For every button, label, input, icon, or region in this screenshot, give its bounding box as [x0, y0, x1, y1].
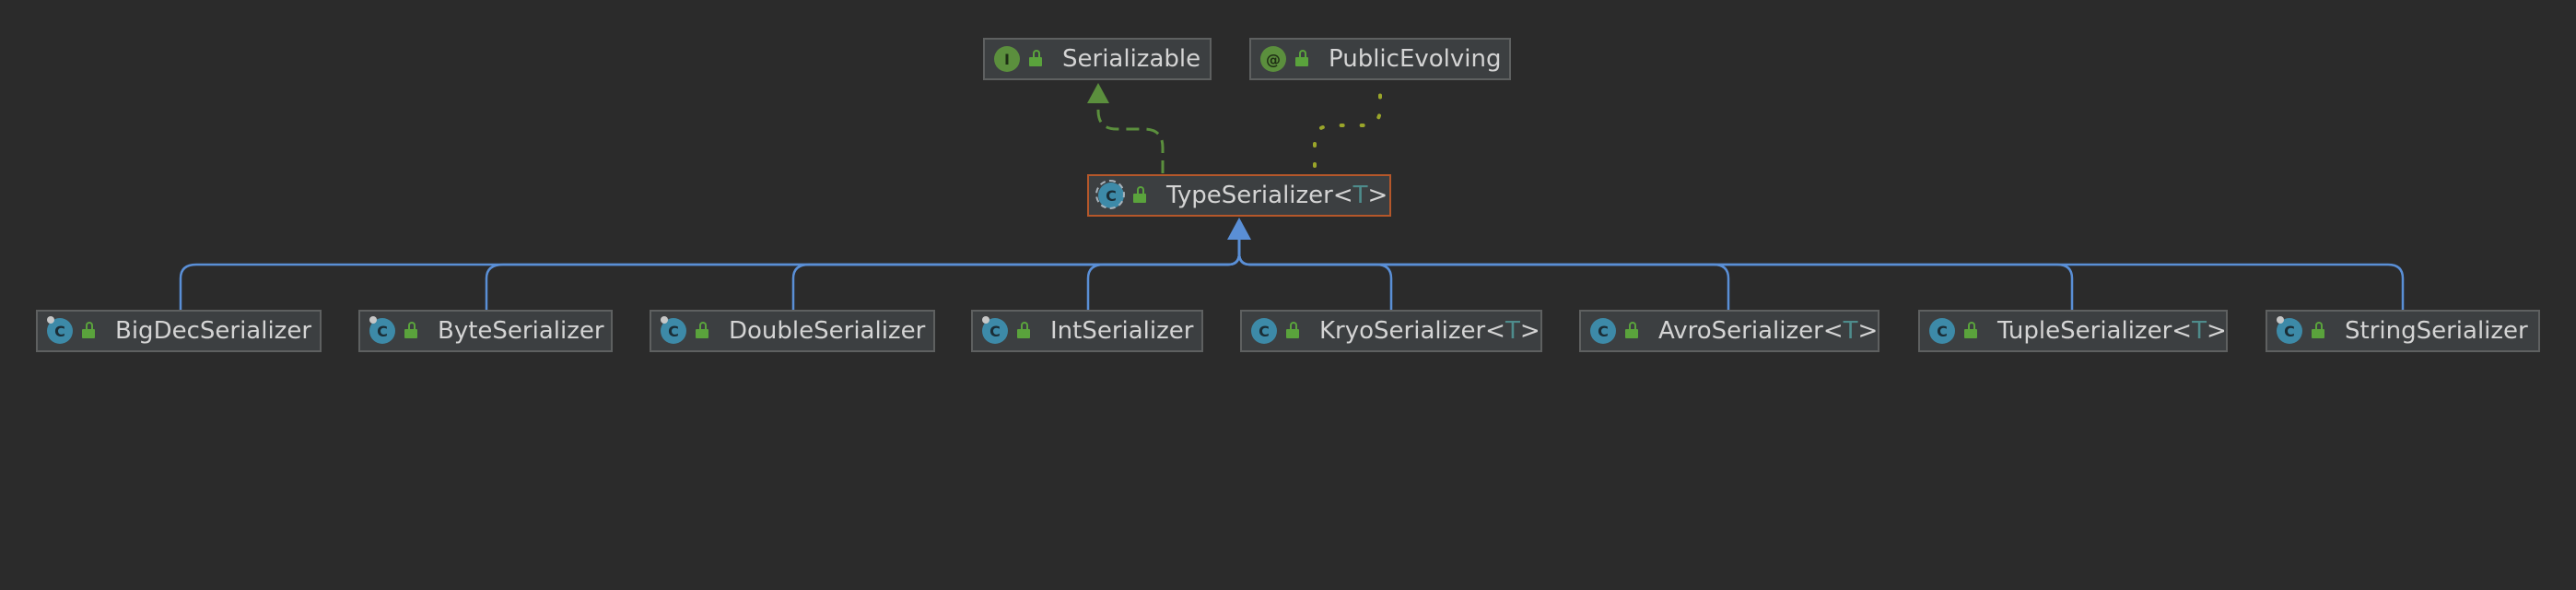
- node-byte-serializer[interactable]: C ByteSerializer: [358, 310, 613, 352]
- node-label: ByteSerializer: [438, 317, 604, 345]
- node-avro-serializer[interactable]: C AvroSerializer<T>: [1579, 310, 1879, 352]
- node-label: IntSerializer: [1050, 317, 1194, 345]
- node-label: StringSerializer: [2345, 317, 2528, 345]
- implements-arrowhead: [1087, 83, 1109, 103]
- node-tuple-serializer[interactable]: C TupleSerializer<T>: [1918, 310, 2228, 352]
- lock-icon: [1964, 322, 1979, 340]
- type-param: T: [1352, 182, 1368, 209]
- node-label: PublicEvolving: [1329, 45, 1502, 73]
- node-label: KryoSerializer<T>: [1319, 317, 1540, 345]
- lock-icon: [1286, 322, 1301, 340]
- lock-icon: [1625, 322, 1640, 340]
- implements-edge: [1096, 92, 1165, 173]
- node-public-evolving[interactable]: @ PublicEvolving: [1249, 38, 1511, 80]
- node-int-serializer[interactable]: C IntSerializer: [971, 310, 1203, 352]
- interface-icon: I: [994, 46, 1020, 72]
- edges-layer: [179, 83, 2405, 310]
- node-bigdec-serializer[interactable]: C BigDecSerializer: [36, 310, 322, 352]
- annotation-icon: @: [1260, 46, 1286, 72]
- class-icon: C: [982, 316, 1008, 344]
- node-label: BigDecSerializer: [115, 317, 312, 345]
- type-param: T: [2192, 317, 2207, 345]
- node-label: TupleSerializer<T>: [1997, 317, 2227, 345]
- extends-edges: [179, 236, 2405, 310]
- type-param: T: [1505, 317, 1520, 345]
- lock-icon: [404, 322, 419, 340]
- class-icon: C: [47, 316, 73, 344]
- lock-icon: [82, 322, 97, 340]
- class-icon: C: [2277, 316, 2302, 344]
- class-icon: C: [1251, 318, 1277, 344]
- extends-arrowhead: [1227, 218, 1251, 240]
- node-label: AvroSerializer<T>: [1658, 317, 1879, 345]
- node-serializable[interactable]: I Serializable: [983, 38, 1212, 80]
- node-label: DoubleSerializer: [729, 317, 926, 345]
- class-icon: C: [369, 316, 395, 344]
- node-double-serializer[interactable]: C DoubleSerializer: [650, 310, 935, 352]
- abstract-class-icon: C: [1095, 180, 1125, 209]
- lock-icon: [696, 322, 710, 340]
- lock-icon: [1133, 186, 1148, 205]
- class-icon: C: [1929, 318, 1955, 344]
- lock-icon: [1017, 322, 1032, 340]
- lock-icon: [2312, 322, 2326, 340]
- annotation-edge: [1313, 87, 1382, 168]
- lock-icon: [1029, 50, 1044, 68]
- node-string-serializer[interactable]: C StringSerializer: [2266, 310, 2540, 352]
- node-label: TypeSerializer<T>: [1166, 182, 1388, 209]
- node-label: Serializable: [1062, 45, 1201, 73]
- lock-icon: [1295, 50, 1310, 68]
- class-icon: C: [1590, 318, 1616, 344]
- class-icon: C: [661, 316, 686, 344]
- node-kryo-serializer[interactable]: C KryoSerializer<T>: [1240, 310, 1542, 352]
- type-param: T: [1843, 317, 1858, 345]
- node-type-serializer[interactable]: C TypeSerializer<T>: [1087, 174, 1391, 217]
